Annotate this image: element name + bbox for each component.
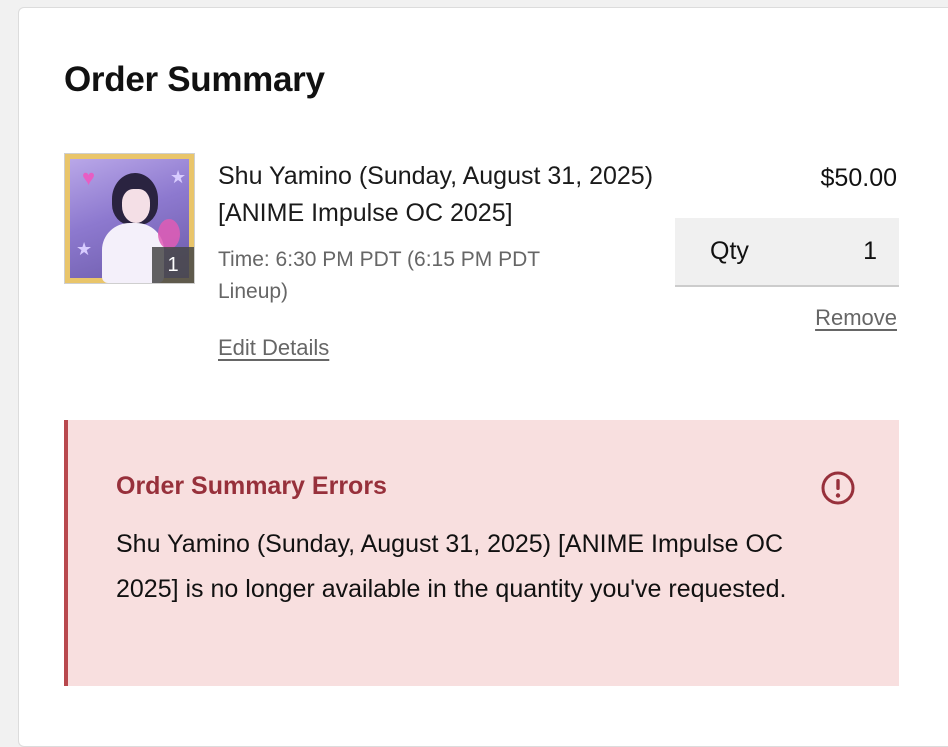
product-thumbnail: ♥ ★ ★ 1 (64, 153, 195, 284)
order-summary-card: Order Summary ♥ ★ ★ 1 Shu Yamino (Sunday… (18, 7, 948, 747)
quantity-label: Qty (710, 237, 749, 265)
alert-circle-icon (821, 471, 855, 505)
star-icon: ★ (76, 239, 93, 259)
item-price: $50.00 (820, 164, 897, 192)
quantity-field[interactable]: Qty 1 (675, 218, 899, 287)
character-accent (158, 219, 180, 249)
item-time: Time: 6:30 PM PDT (6:15 PM PDT Lineup) (218, 248, 540, 303)
character-face (122, 189, 150, 223)
page-title: Order Summary (64, 60, 325, 99)
quantity-badge: 1 (152, 247, 194, 283)
error-message: Shu Yamino (Sunday, August 31, 2025) [AN… (116, 530, 787, 603)
error-alert: Order Summary Errors Shu Yamino (Sunday,… (64, 420, 899, 686)
star-icon: ★ (170, 167, 187, 187)
item-name: Shu Yamino (Sunday, August 31, 2025) [AN… (218, 162, 654, 227)
quantity-value[interactable]: 1 (863, 237, 877, 266)
remove-link[interactable]: Remove (815, 305, 897, 331)
error-title: Order Summary Errors (116, 472, 387, 500)
heart-icon: ♥ (82, 165, 96, 190)
edit-details-link[interactable]: Edit Details (218, 335, 329, 361)
